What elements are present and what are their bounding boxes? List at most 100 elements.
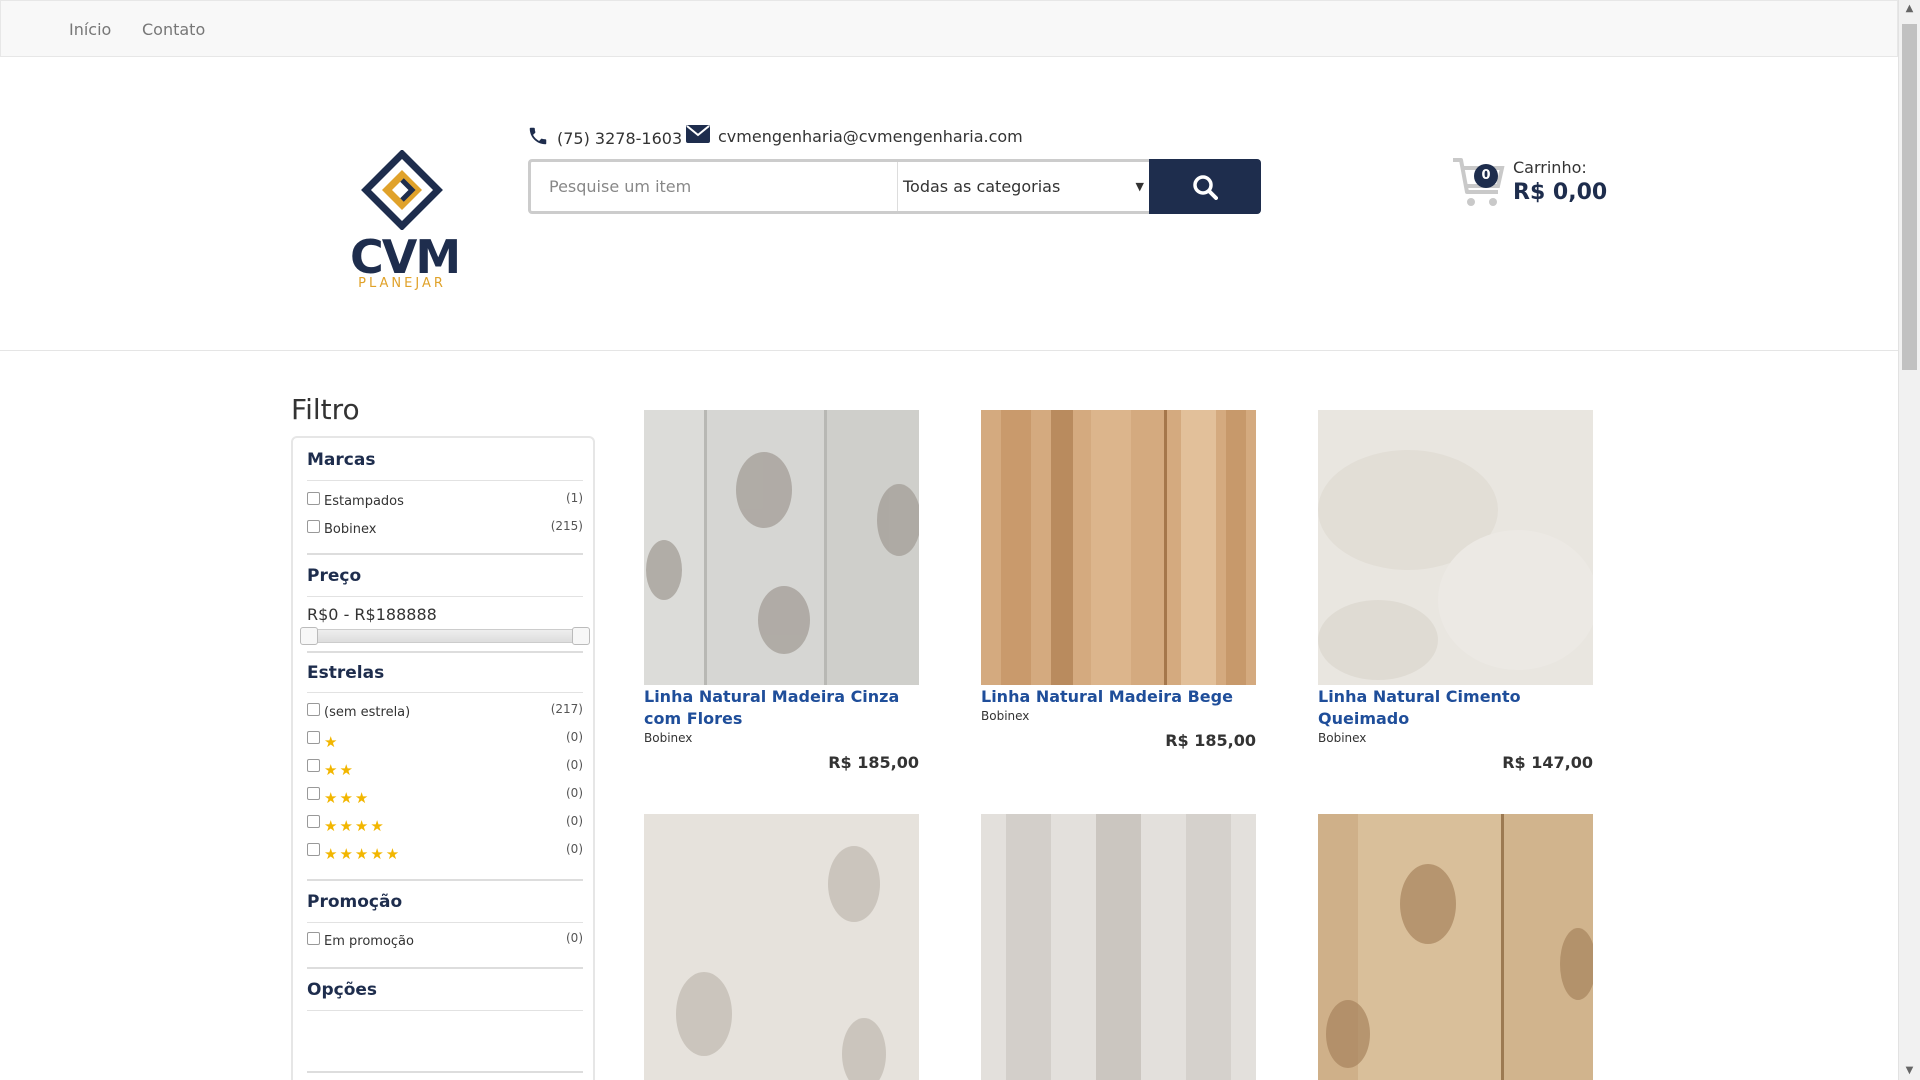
stars-count: (0) xyxy=(566,786,583,800)
brand-count: (1) xyxy=(566,491,583,505)
search-input[interactable] xyxy=(531,162,897,211)
brand-label: Bobinex xyxy=(324,522,377,537)
filter-title: Filtro xyxy=(291,393,360,426)
top-navbar: Início Contato xyxy=(0,0,1898,57)
slider-max-handle[interactable] xyxy=(572,627,590,645)
checkbox[interactable] xyxy=(307,492,320,505)
product-brand: Bobinex xyxy=(981,709,1030,723)
stars-filter-4[interactable]: ★★★★ (0) xyxy=(307,813,583,835)
search-button[interactable] xyxy=(1149,159,1261,214)
phone-number: (75) 3278-1603 xyxy=(557,128,683,148)
section-separator xyxy=(307,553,583,555)
brand-filter-bobinex[interactable]: Bobinex (215) xyxy=(307,518,583,538)
category-select[interactable]: Todas as categorias ▼ xyxy=(897,162,1152,211)
stars-count: (0) xyxy=(566,842,583,856)
product-name[interactable]: Linha Natural Madeira Bege xyxy=(981,686,1256,708)
caret-down-icon: ▼ xyxy=(1135,180,1144,193)
vertical-scrollbar[interactable]: ▲ ▼ xyxy=(1898,0,1920,1080)
logo-diamond-icon xyxy=(361,149,443,231)
nav-link-inicio[interactable]: Início xyxy=(69,20,111,39)
contact-email: cvmengenharia@cvmengenharia.com xyxy=(686,125,1023,147)
star-rating-icon: ★★★★ xyxy=(324,817,386,835)
product-card[interactable]: Linha Natural Madeira Cinza com Flores B… xyxy=(644,410,919,772)
nav-link-contato[interactable]: Contato xyxy=(142,20,205,39)
section-separator xyxy=(307,967,583,969)
promo-title: Promoção xyxy=(307,892,403,912)
product-card[interactable] xyxy=(981,814,1256,1080)
product-brand: Bobinex xyxy=(1318,731,1367,745)
stars-filter-none[interactable]: (sem estrela) (217) xyxy=(307,701,583,721)
product-brand: Bobinex xyxy=(644,731,693,745)
product-card[interactable]: Linha Natural Cimento Queimado Bobinex R… xyxy=(1318,410,1593,772)
star-rating-icon: ★★★★★ xyxy=(324,845,402,863)
product-price: R$ 147,00 xyxy=(1502,753,1593,772)
brand-label: Estampados xyxy=(324,494,404,509)
phone-icon xyxy=(527,125,549,151)
price-title: Preço xyxy=(307,566,362,586)
price-range-slider[interactable] xyxy=(300,627,590,645)
cart-count-badge: 0 xyxy=(1474,164,1498,188)
section-separator xyxy=(307,651,583,653)
product-name[interactable]: Linha Natural Madeira Cinza com Flores xyxy=(644,686,919,730)
divider xyxy=(307,596,583,597)
cart-widget[interactable]: 0 Carrinho: R$ 0,00 xyxy=(1450,154,1607,214)
site-logo[interactable]: CVM PLANEJAR xyxy=(350,149,461,294)
contact-phone: (75) 3278-1603 xyxy=(527,125,682,151)
scroll-down-arrow-icon[interactable]: ▼ xyxy=(1899,1062,1920,1080)
promo-count: (0) xyxy=(566,931,583,945)
price-range-label: R$0 - R$188888 xyxy=(307,605,437,624)
options-title: Opções xyxy=(307,980,378,1000)
category-select-value: Todas as categorias xyxy=(903,177,1061,196)
email-address[interactable]: cvmengenharia@cvmengenharia.com xyxy=(718,127,1023,146)
promo-filter[interactable]: Em promoção (0) xyxy=(307,930,583,950)
cart-label: Carrinho: xyxy=(1513,158,1587,177)
brand-filter-estampados[interactable]: Estampados (1) xyxy=(307,490,583,510)
product-image[interactable] xyxy=(981,814,1256,1080)
product-card[interactable] xyxy=(1318,814,1593,1080)
stars-filter-1[interactable]: ★ (0) xyxy=(307,729,583,751)
product-card[interactable]: Linha Natural Madeira Bege Bobinex R$ 18… xyxy=(981,410,1256,750)
search-icon xyxy=(1193,174,1218,200)
checkbox[interactable] xyxy=(307,843,320,856)
filter-panel: Marcas Estampados (1) Bobinex (215) Preç… xyxy=(291,436,595,1080)
envelope-icon xyxy=(686,125,710,147)
logo-tagline: PLANEJAR xyxy=(358,276,446,291)
product-price: R$ 185,00 xyxy=(828,753,919,772)
stars-count: (0) xyxy=(566,758,583,772)
stars-count: (0) xyxy=(566,814,583,828)
product-card[interactable] xyxy=(644,814,919,1080)
brand-count: (215) xyxy=(550,519,583,533)
stars-filter-5[interactable]: ★★★★★ (0) xyxy=(307,841,583,863)
checkbox[interactable] xyxy=(307,703,320,716)
section-separator xyxy=(307,879,583,881)
checkbox[interactable] xyxy=(307,759,320,772)
checkbox[interactable] xyxy=(307,731,320,744)
stars-count: (0) xyxy=(566,730,583,744)
product-image[interactable] xyxy=(644,814,919,1080)
checkbox[interactable] xyxy=(307,520,320,533)
header-divider xyxy=(0,350,1898,351)
product-image[interactable] xyxy=(981,410,1256,685)
star-rating-icon: ★ xyxy=(324,733,340,751)
star-rating-icon: ★★ xyxy=(324,761,355,779)
divider xyxy=(307,480,583,481)
product-image[interactable] xyxy=(1318,814,1593,1080)
promo-label: Em promoção xyxy=(324,934,414,949)
divider xyxy=(307,1010,583,1011)
stars-count: (217) xyxy=(550,702,583,716)
stars-filter-3[interactable]: ★★★ (0) xyxy=(307,785,583,806)
scroll-up-arrow-icon[interactable]: ▲ xyxy=(1899,0,1920,18)
stars-filter-2[interactable]: ★★ (0) xyxy=(307,757,583,779)
brands-title: Marcas xyxy=(307,450,376,470)
stars-label: (sem estrela) xyxy=(324,705,411,720)
cart-total: R$ 0,00 xyxy=(1513,180,1608,205)
slider-min-handle[interactable] xyxy=(300,627,318,645)
checkbox[interactable] xyxy=(307,787,320,800)
checkbox[interactable] xyxy=(307,932,320,945)
product-name[interactable]: Linha Natural Cimento Queimado xyxy=(1318,686,1593,730)
product-image[interactable] xyxy=(644,410,919,685)
product-image[interactable] xyxy=(1318,410,1593,685)
scrollbar-thumb[interactable] xyxy=(1902,24,1917,370)
checkbox[interactable] xyxy=(307,815,320,828)
divider xyxy=(307,922,583,923)
